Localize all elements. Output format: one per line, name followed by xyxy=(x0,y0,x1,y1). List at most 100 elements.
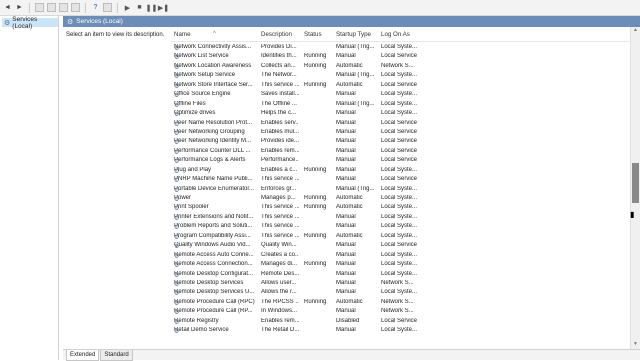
pause-service-icon[interactable]: ❚❚ xyxy=(146,3,158,12)
service-name: ⚙ Printer Extensions and Notif... xyxy=(174,214,262,220)
service-name-text: Remote Procedure Call (RP... xyxy=(174,308,253,315)
service-startup-type: Manual xyxy=(336,110,356,117)
service-log-on-as: Local Syste... xyxy=(381,91,418,98)
view-icon[interactable] xyxy=(103,3,112,12)
export-icon[interactable] xyxy=(71,3,80,12)
service-name-text: Network Connectivity Assis... xyxy=(174,44,252,50)
tab-extended[interactable]: Extended xyxy=(66,350,100,361)
restart-service-icon[interactable]: ▶❚ xyxy=(158,3,169,12)
toolbar: ◄ ► ? ▶ ■ ❚❚ ▶❚ xyxy=(0,0,640,16)
service-name-text: Optimize drives xyxy=(174,110,216,117)
table-row[interactable]: ⚙ Portable Device Enumerator... Enforces g… xyxy=(171,185,631,194)
service-name: ⚙ Retail Demo Service xyxy=(174,327,262,333)
start-service-icon[interactable]: ▶ xyxy=(123,3,132,12)
service-log-on-as: Local Syste... xyxy=(381,223,418,230)
table-row[interactable]: ⚙ Remote Procedure Call (RPC) The RPCSS ..… xyxy=(171,298,631,307)
service-gear-icon: ⚙ xyxy=(174,197,180,201)
service-name: ⚙ Offline Files xyxy=(174,101,262,107)
service-name: ⚙ Remote Procedure Call (RPC) xyxy=(174,299,262,305)
service-description: Enables rem... xyxy=(261,147,299,154)
stop-service-icon[interactable]: ■ xyxy=(135,3,144,12)
column-header-description[interactable]: Description xyxy=(261,31,292,38)
table-row[interactable]: ⚙ Optimize drives Helps the c... Manual Loca… xyxy=(171,109,631,118)
table-row[interactable]: ⚙ Network Location Awareness Collects an..… xyxy=(171,62,631,71)
table-row[interactable]: ⚙ Office Source Engine Saves install... Man… xyxy=(171,90,631,99)
column-header-log-on-as[interactable]: Log On As xyxy=(381,31,410,38)
table-row[interactable]: ⚙ Network Store Interface Ser... This serv… xyxy=(171,81,631,90)
column-header-name[interactable]: Name xyxy=(174,31,191,38)
table-row[interactable]: ⚙ Remote Registry Enables rem... Disabled Lo… xyxy=(171,317,631,326)
table-row[interactable]: ⚙ Remote Access Auto Conne... Creates a co… xyxy=(171,251,631,260)
scrollbar-thumb[interactable] xyxy=(632,163,639,203)
table-row[interactable]: ⚙ Peer Networking Grouping Enables mul... M… xyxy=(171,128,631,137)
service-name: ⚙ Optimize drives xyxy=(174,110,262,116)
sort-ascending-icon: ^ xyxy=(213,31,216,37)
services-list: ^ Name Description Status Startup Type L… xyxy=(171,27,631,349)
service-name: ⚙ Print Spooler xyxy=(174,204,262,210)
table-row[interactable]: ⚙ Remote Desktop Services Allows user... Ma… xyxy=(171,279,631,288)
table-row[interactable]: ⚙ Remote Desktop Configurat... Remote Des.… xyxy=(171,270,631,279)
service-name: ⚙ Power xyxy=(174,195,262,201)
service-startup-type: Automatic xyxy=(336,81,363,88)
service-description: The Networ... xyxy=(261,72,297,79)
properties-icon[interactable] xyxy=(47,3,56,12)
service-gear-icon: ⚙ xyxy=(174,244,180,249)
table-row[interactable]: ⚙ Network List Service Identifies th... Run… xyxy=(171,52,631,61)
panel-title: Services (Local) xyxy=(76,18,123,25)
table-row[interactable]: ⚙ Power Manages p... Running Automatic Local … xyxy=(171,194,631,203)
scroll-down-icon[interactable]: ▼ xyxy=(631,341,640,349)
service-description: The RPCSS ... xyxy=(261,298,299,305)
table-row[interactable]: ⚙ Printer Extensions and Notif... This ser… xyxy=(171,213,631,222)
table-row[interactable]: ⚙ Print Spooler This service ... Running Aut… xyxy=(171,203,631,212)
service-name-text: Network List Service xyxy=(174,53,229,60)
refresh-icon[interactable] xyxy=(59,3,68,12)
table-row[interactable]: ⚙ Program Compatibility Assi... This servi… xyxy=(171,232,631,241)
vertical-scrollbar[interactable]: ▲ ▼ xyxy=(630,27,640,349)
table-row[interactable]: ⚙ Network Setup Service The Networ... Manua… xyxy=(171,71,631,80)
show-hide-tree-icon[interactable] xyxy=(35,3,44,12)
scroll-up-icon[interactable]: ▲ xyxy=(631,27,640,35)
table-row[interactable]: ⚙ Quality Windows Audio Vid... Quality Win… xyxy=(171,241,631,250)
service-description: Saves install... xyxy=(261,91,299,98)
service-gear-icon: ⚙ xyxy=(174,187,180,192)
help-icon[interactable]: ? xyxy=(91,3,100,12)
service-log-on-as: Local Service xyxy=(381,147,418,154)
table-row[interactable]: ⚙ Peer Networking Identity M... Provides i… xyxy=(171,137,631,146)
tree-item-services-local[interactable]: ⚙ Services (Local) xyxy=(2,16,58,30)
service-gear-icon: ⚙ xyxy=(174,102,180,107)
service-startup-type: Manual xyxy=(336,147,356,154)
service-name-text: PNRP Machine Name Publi... xyxy=(174,176,253,183)
table-row[interactable]: ⚙ Problem Reports and Soluti... This servi… xyxy=(171,222,631,231)
table-row[interactable]: ⚙ Remote Desktop Services U... Allows the … xyxy=(171,288,631,297)
forward-arrow-icon[interactable]: ► xyxy=(15,3,24,12)
service-gear-icon: ⚙ xyxy=(174,319,180,324)
service-name: ⚙ Program Compatibility Assi... xyxy=(174,233,262,239)
service-gear-icon: ⚙ xyxy=(174,83,180,88)
table-row[interactable]: ⚙ Offline Files The Offline ... Manual (Tri… xyxy=(171,100,631,109)
table-row[interactable]: ⚙ Plug and Play Enables a c... Running Manua… xyxy=(171,166,631,175)
service-description: Collects an... xyxy=(261,62,296,69)
service-log-on-as: Local Syste... xyxy=(381,270,418,277)
service-name: ⚙ Network Connectivity Assis... xyxy=(174,44,262,50)
table-row[interactable]: ⚙ Peer Name Resolution Prot... Enables ser… xyxy=(171,119,631,128)
service-gear-icon: ⚙ xyxy=(174,93,180,98)
service-log-on-as: Local Service xyxy=(381,317,418,324)
service-startup-type: Manual xyxy=(336,91,356,98)
table-row[interactable]: ⚙ Performance Counter DLL ... Enables rem.… xyxy=(171,147,631,156)
table-row[interactable]: ⚙ Retail Demo Service The Retail D... Manua… xyxy=(171,326,631,335)
service-name: ⚙ Remote Registry xyxy=(174,318,262,324)
column-header-startup-type[interactable]: Startup Type xyxy=(336,31,371,38)
tab-standard[interactable]: Standard xyxy=(100,350,133,361)
table-row[interactable]: ⚙ Network Connectivity Assis... Provides D… xyxy=(171,43,631,52)
service-gear-icon: ⚙ xyxy=(174,234,180,239)
table-row[interactable]: ⚙ Remote Procedure Call (RP... In Windows.… xyxy=(171,307,631,316)
back-arrow-icon[interactable]: ◄ xyxy=(3,3,12,12)
service-gear-icon: ⚙ xyxy=(174,149,180,154)
service-startup-type: Manual xyxy=(336,308,356,315)
table-row[interactable]: ⚙ Remote Access Connection... Manages di..… xyxy=(171,260,631,269)
service-name: ⚙ Remote Desktop Services U... xyxy=(174,289,262,295)
table-row[interactable]: ⚙ Performance Logs & Alerts Performance...… xyxy=(171,156,631,165)
service-name-text: Performance Counter DLL ... xyxy=(174,147,251,154)
column-header-status[interactable]: Status xyxy=(304,31,322,38)
table-row[interactable]: ⚙ PNRP Machine Name Publi... This service … xyxy=(171,175,631,184)
